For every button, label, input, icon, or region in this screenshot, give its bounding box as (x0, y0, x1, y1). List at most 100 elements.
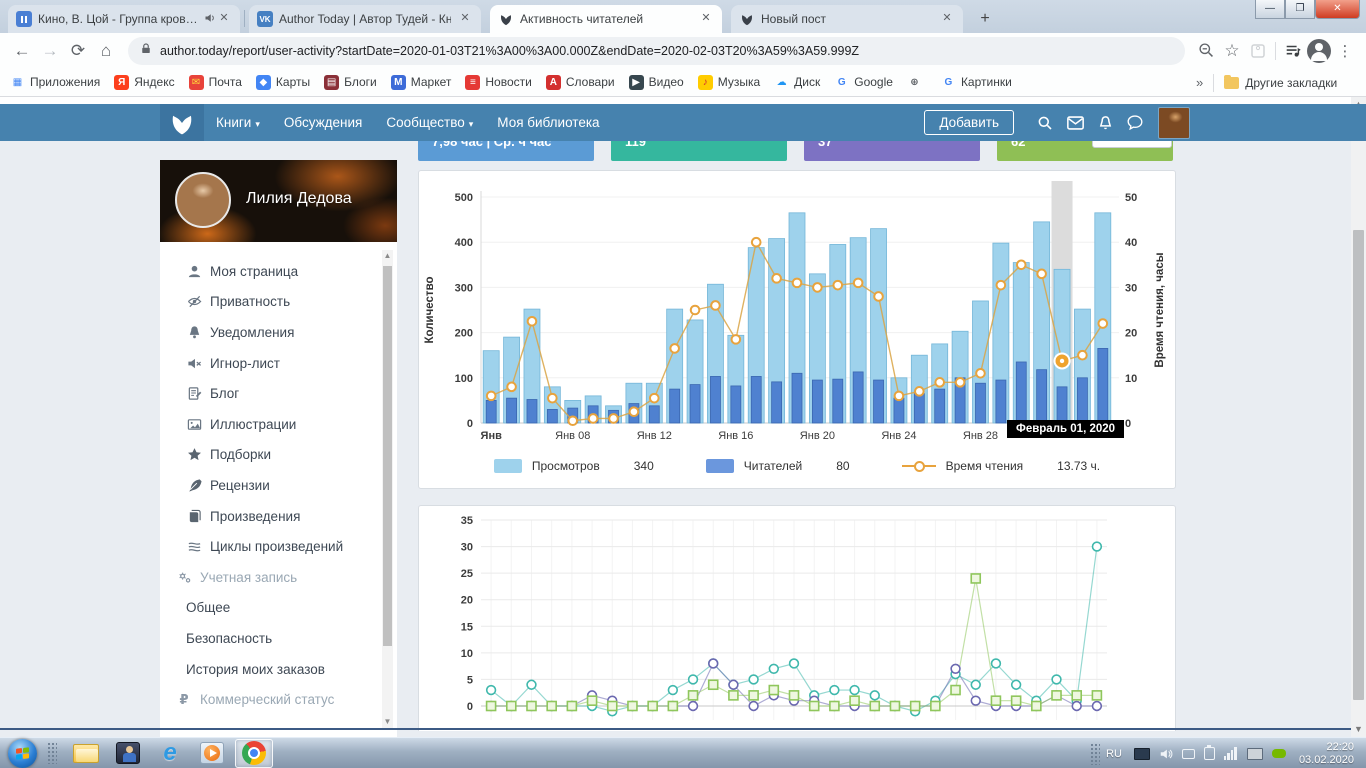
sidebar-item[interactable]: Блог (160, 378, 397, 409)
sidebar-item[interactable]: Безопасность (160, 623, 397, 654)
taskbar-movie-maker-icon[interactable] (109, 739, 147, 768)
sidebar-item[interactable]: Общее (160, 593, 397, 624)
taskbar-chrome-icon[interactable] (235, 739, 273, 768)
bookmark-item[interactable]: ◆ Карты (256, 75, 310, 90)
bookmark-item[interactable]: ⊕ (907, 75, 927, 90)
stat-box: 119 (611, 141, 787, 161)
sidebar-item[interactable]: Моя страница (160, 256, 397, 287)
sidebar-item[interactable]: ₽ Коммерческий статус (160, 684, 397, 715)
tab-close-icon[interactable]: ✕ (939, 11, 955, 27)
bookmark-star-icon[interactable]: ☆ (1219, 38, 1245, 64)
new-tab-button[interactable]: + (972, 7, 998, 31)
sidebar-item[interactable]: Иллюстрации (160, 409, 397, 440)
bookmark-item[interactable]: Я Яндекс (114, 75, 174, 90)
bookmark-item[interactable]: ▤ Блоги (324, 75, 377, 90)
notifications-bell-icon[interactable] (1090, 108, 1120, 138)
playlist-extension-icon[interactable] (1280, 38, 1306, 64)
sidebar-item[interactable]: Циклы произведений (160, 531, 397, 562)
bookmarks-overflow-icon[interactable]: » (1196, 75, 1203, 90)
tab-close-icon[interactable]: ✕ (457, 11, 473, 27)
extension-icon[interactable] (1245, 38, 1271, 64)
bookmark-item[interactable]: ≡ Новости (465, 75, 531, 90)
chat-icon[interactable] (1120, 108, 1150, 138)
activity-bar-chart[interactable]: 010020030040050001020304050ЯнвЯнв 08Янв … (419, 175, 1175, 461)
bookmark-item[interactable]: М Маркет (391, 75, 452, 90)
clipboard-icon[interactable] (1204, 747, 1215, 760)
address-bar[interactable]: author.today/report/user-activity?startD… (128, 37, 1185, 65)
sidebar-item[interactable]: Игнор-лист (160, 348, 397, 379)
forward-button[interactable]: → (36, 37, 64, 65)
tab-close-icon[interactable]: ✕ (216, 11, 232, 27)
add-button[interactable]: Добавить (924, 110, 1014, 135)
profile-name[interactable]: Лилия Дедова (246, 190, 352, 208)
display-icon[interactable] (1247, 748, 1263, 760)
volume-icon[interactable] (1159, 747, 1173, 761)
secondary-line-chart[interactable]: 05101520253035 (419, 506, 1175, 730)
sidebar-scrollbar[interactable]: ▲ ▼ (382, 250, 393, 728)
bookmark-item[interactable]: ▶ Видео (629, 75, 684, 90)
legend-views[interactable]: Просмотров 340 (494, 459, 654, 473)
mail-icon[interactable] (1060, 108, 1090, 138)
taskbar-media-player-icon[interactable] (193, 739, 231, 768)
network-signal-icon[interactable] (1224, 747, 1238, 760)
taskbar-explorer-icon[interactable] (67, 739, 105, 768)
zoom-out-icon[interactable] (1193, 38, 1219, 64)
sidebar-item[interactable]: Приватность (160, 287, 397, 318)
window-restore-button[interactable]: ❐ (1285, 0, 1315, 19)
browser-toolbar: ← → ⟳ ⌂ author.today/report/user-activit… (0, 33, 1366, 68)
back-button[interactable]: ← (8, 37, 36, 65)
browser-tab-authortoday-home[interactable]: VK Author Today | Автор Тудей - Кн… ✕ (249, 5, 481, 33)
other-bookmarks-label[interactable]: Другие закладки (1245, 76, 1337, 90)
taskbar-ie-icon[interactable]: e (151, 739, 189, 768)
tab-close-icon[interactable]: ✕ (698, 11, 714, 27)
nav-item-library[interactable]: Моя библиотека (497, 115, 599, 130)
sidebar-item[interactable]: Рецензии (160, 470, 397, 501)
browser-menu-icon[interactable]: ⋮ (1332, 38, 1358, 64)
nav-item-discussions[interactable]: Обсуждения (284, 115, 362, 130)
legend-readers[interactable]: Читателей 80 (706, 459, 850, 473)
user-avatar[interactable] (1158, 107, 1190, 139)
page-scrollbar[interactable]: ▲ ▼ (1351, 97, 1366, 737)
profile-avatar[interactable] (175, 172, 231, 228)
sidebar-item[interactable]: Произведения (160, 501, 397, 532)
bookmark-item[interactable]: G Google (834, 75, 893, 90)
page-scroll-thumb[interactable] (1353, 230, 1364, 700)
scroll-up-icon[interactable]: ▲ (382, 250, 393, 262)
clock[interactable]: 22:20 03.02.2020 (1299, 741, 1354, 767)
sidebar-item[interactable]: Учетная запись (160, 562, 397, 593)
bookmark-item[interactable]: А Словари (546, 75, 615, 90)
sidebar-item-icon: ₽ (176, 692, 192, 708)
tray-grip[interactable] (1090, 743, 1100, 765)
sidebar-item[interactable]: История моих заказов (160, 654, 397, 685)
quick-launch-grip[interactable] (47, 742, 57, 764)
window-close-button[interactable]: ✕ (1315, 0, 1360, 19)
sidebar-scroll-thumb[interactable] (383, 266, 392, 646)
home-button[interactable]: ⌂ (92, 37, 120, 65)
action-center-icon[interactable] (1134, 748, 1150, 760)
browser-tab-music[interactable]: Кино, В. Цой - Группа кров… ✕ (8, 5, 240, 33)
bookmark-item[interactable]: ☁ Диск (774, 75, 820, 90)
nav-item-books[interactable]: Книги▾ (216, 115, 260, 130)
profile-avatar-icon[interactable] (1306, 38, 1332, 64)
window-minimize-button[interactable]: — (1255, 0, 1285, 19)
sidebar-item[interactable]: Подборки (160, 440, 397, 471)
bookmark-item[interactable]: ✉ Почта (189, 75, 242, 90)
scroll-down-icon[interactable]: ▼ (382, 716, 393, 728)
reload-button[interactable]: ⟳ (64, 37, 92, 65)
language-indicator[interactable]: RU (1106, 748, 1122, 760)
browser-tab-new-post[interactable]: Новый пост ✕ (731, 5, 963, 33)
nvidia-icon[interactable] (1272, 749, 1286, 758)
start-button[interactable] (8, 739, 37, 768)
author-today-logo[interactable] (160, 104, 204, 141)
legend-reading-time[interactable]: Время чтения 13.73 ч. (902, 459, 1101, 473)
battery-icon[interactable] (1182, 749, 1195, 759)
scroll-down-icon[interactable]: ▼ (1351, 722, 1366, 737)
nav-item-community[interactable]: Сообщество▾ (386, 115, 473, 130)
sidebar-item[interactable]: Уведомления (160, 317, 397, 348)
bookmark-item[interactable]: ▦ Приложения (10, 75, 100, 90)
search-icon[interactable] (1030, 108, 1060, 138)
bookmark-item[interactable]: G Картинки (941, 75, 1012, 90)
lock-icon[interactable] (140, 42, 152, 60)
bookmark-item[interactable]: ♪ Музыка (698, 75, 760, 90)
browser-tab-active-report[interactable]: Активность читателей ✕ (490, 5, 722, 33)
